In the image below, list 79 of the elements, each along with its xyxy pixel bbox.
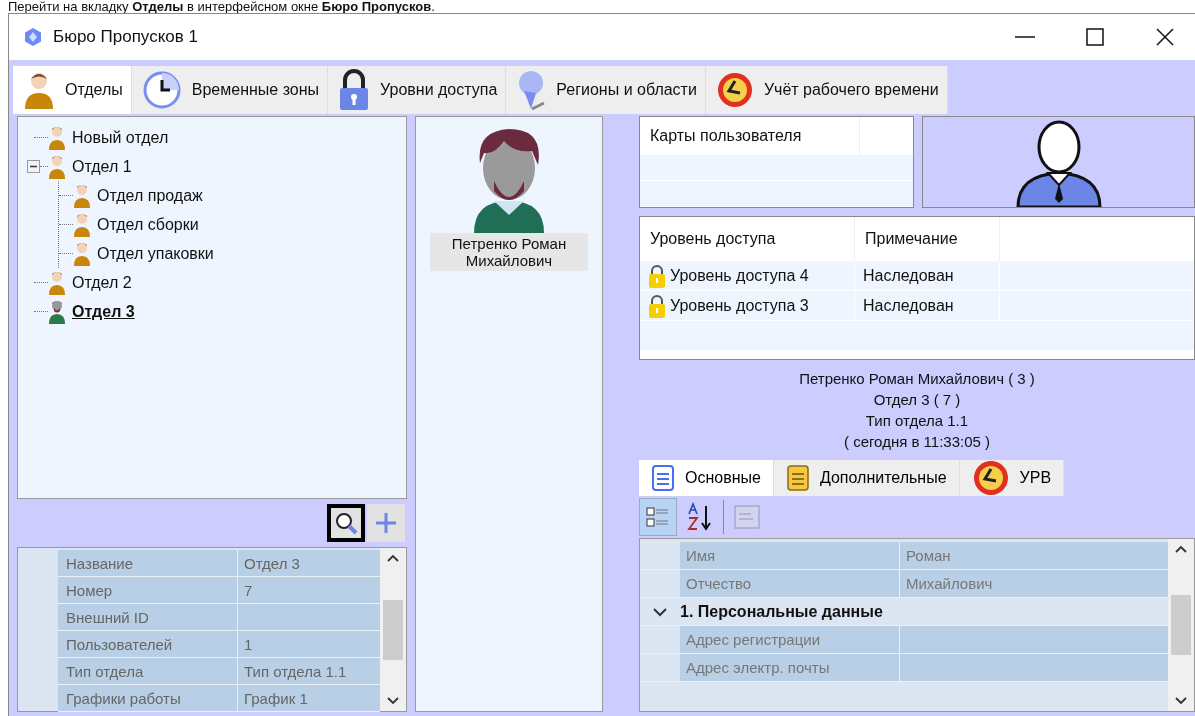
person-icon	[48, 153, 66, 180]
column-header: Карты пользователя	[640, 117, 860, 155]
tree-node[interactable]: Отдел продаж	[97, 186, 203, 205]
category-header: 1. Персональные данные	[680, 602, 883, 621]
chevron-up-icon	[1175, 545, 1187, 553]
tree-node[interactable]: Отдел 1	[72, 157, 132, 176]
tab[interactable]: Отделы	[13, 66, 132, 114]
categorized-list-icon	[645, 504, 671, 530]
chevron-up-icon	[387, 554, 399, 562]
property-name: Номер	[58, 577, 238, 603]
scrollbar[interactable]	[1168, 539, 1194, 711]
tree-node[interactable]: Отдел упаковки	[97, 244, 214, 263]
list-icon	[651, 464, 675, 492]
close-icon	[1156, 28, 1174, 46]
chevron-down-icon	[387, 697, 399, 705]
property-value: График 1	[238, 685, 380, 711]
tab[interactable]: Регионы и области	[506, 66, 706, 114]
table-cell: Наследован	[855, 291, 1000, 320]
tab[interactable]: Дополнительные	[773, 460, 960, 496]
person-icon	[73, 182, 91, 209]
info-line: Отдел 3 ( 7 )	[873, 390, 961, 410]
property-name: Пользователей	[58, 631, 238, 657]
search-button[interactable]	[327, 504, 365, 542]
sort-az-icon	[686, 502, 714, 532]
clock-icon	[141, 70, 182, 110]
person-icon	[48, 124, 66, 151]
search-icon	[334, 511, 358, 535]
property-name: Графики работы	[58, 685, 238, 711]
chevron-down-icon	[1175, 697, 1187, 705]
property-value: 7	[238, 577, 380, 603]
collapse-toggle[interactable]	[27, 160, 40, 173]
access-level-text: Уровень доступа 4	[670, 266, 809, 285]
tab[interactable]: Основные	[639, 460, 774, 496]
property-name: Внешний ID	[58, 604, 238, 630]
info-line: Тип отдела 1.1	[865, 411, 969, 431]
property-name: Название	[58, 550, 238, 576]
tab[interactable]: УРВ	[959, 460, 1065, 496]
user-name[interactable]: Петренко Роман Михайлович	[430, 233, 588, 271]
property-value: Тип отдела 1.1	[238, 658, 380, 684]
minus-icon	[30, 163, 37, 170]
tree-node[interactable]: Отдел 3	[72, 302, 135, 321]
property-pages-icon	[733, 504, 761, 530]
person-icon	[73, 240, 91, 267]
minimize-icon	[1015, 36, 1035, 38]
property-value: Роман	[900, 542, 1168, 569]
app-logo-icon	[23, 27, 43, 47]
tab[interactable]: Учёт рабочего времени	[705, 66, 948, 114]
info-line: Петренко Роман Михайлович ( 3 )	[799, 369, 1035, 389]
plus-icon	[374, 511, 398, 535]
property-value: 1	[238, 631, 380, 657]
person-icon	[48, 269, 66, 296]
property-name: Адрес электр. почты	[680, 654, 900, 681]
instruction-text: Перейти на вкладку Отделы в интерфейсном окне Бюро Пропусков.	[8, 0, 436, 13]
map-pin-icon	[516, 69, 547, 111]
table-cell: Наследован	[855, 261, 1000, 290]
person-icon	[23, 71, 55, 109]
alarm-clock-icon	[971, 459, 1010, 497]
alarm-clock-icon	[715, 71, 754, 109]
property-name: Отчество	[680, 570, 900, 597]
tab[interactable]: Уровни доступа	[328, 66, 507, 114]
tree-node[interactable]: Отдел 2	[72, 273, 132, 292]
notepad-icon	[785, 464, 810, 492]
property-value: Михайлович	[900, 570, 1168, 597]
access-level-text: Уровень доступа 3	[670, 296, 809, 315]
bearded-person-icon	[48, 298, 66, 325]
padlock-icon	[338, 69, 371, 111]
tab[interactable]: Временные зоны	[131, 66, 329, 114]
property-value: Отдел 3	[238, 550, 380, 576]
property-name: Адрес регистрации	[680, 626, 900, 653]
property-name: Имя	[680, 542, 900, 569]
window-title: Бюро Пропусков 1	[53, 27, 199, 47]
info-line: ( сегодня в 11:33:05 )	[843, 432, 991, 452]
maximize-icon	[1086, 28, 1104, 46]
tree-node[interactable]: Отдел сборки	[97, 215, 199, 234]
categorized-view-button[interactable]	[639, 498, 677, 536]
property-name: Тип отдела	[58, 658, 238, 684]
tree-node[interactable]: Новый отдел	[72, 128, 169, 147]
scrollbar[interactable]	[380, 548, 406, 711]
person-icon	[73, 211, 91, 238]
